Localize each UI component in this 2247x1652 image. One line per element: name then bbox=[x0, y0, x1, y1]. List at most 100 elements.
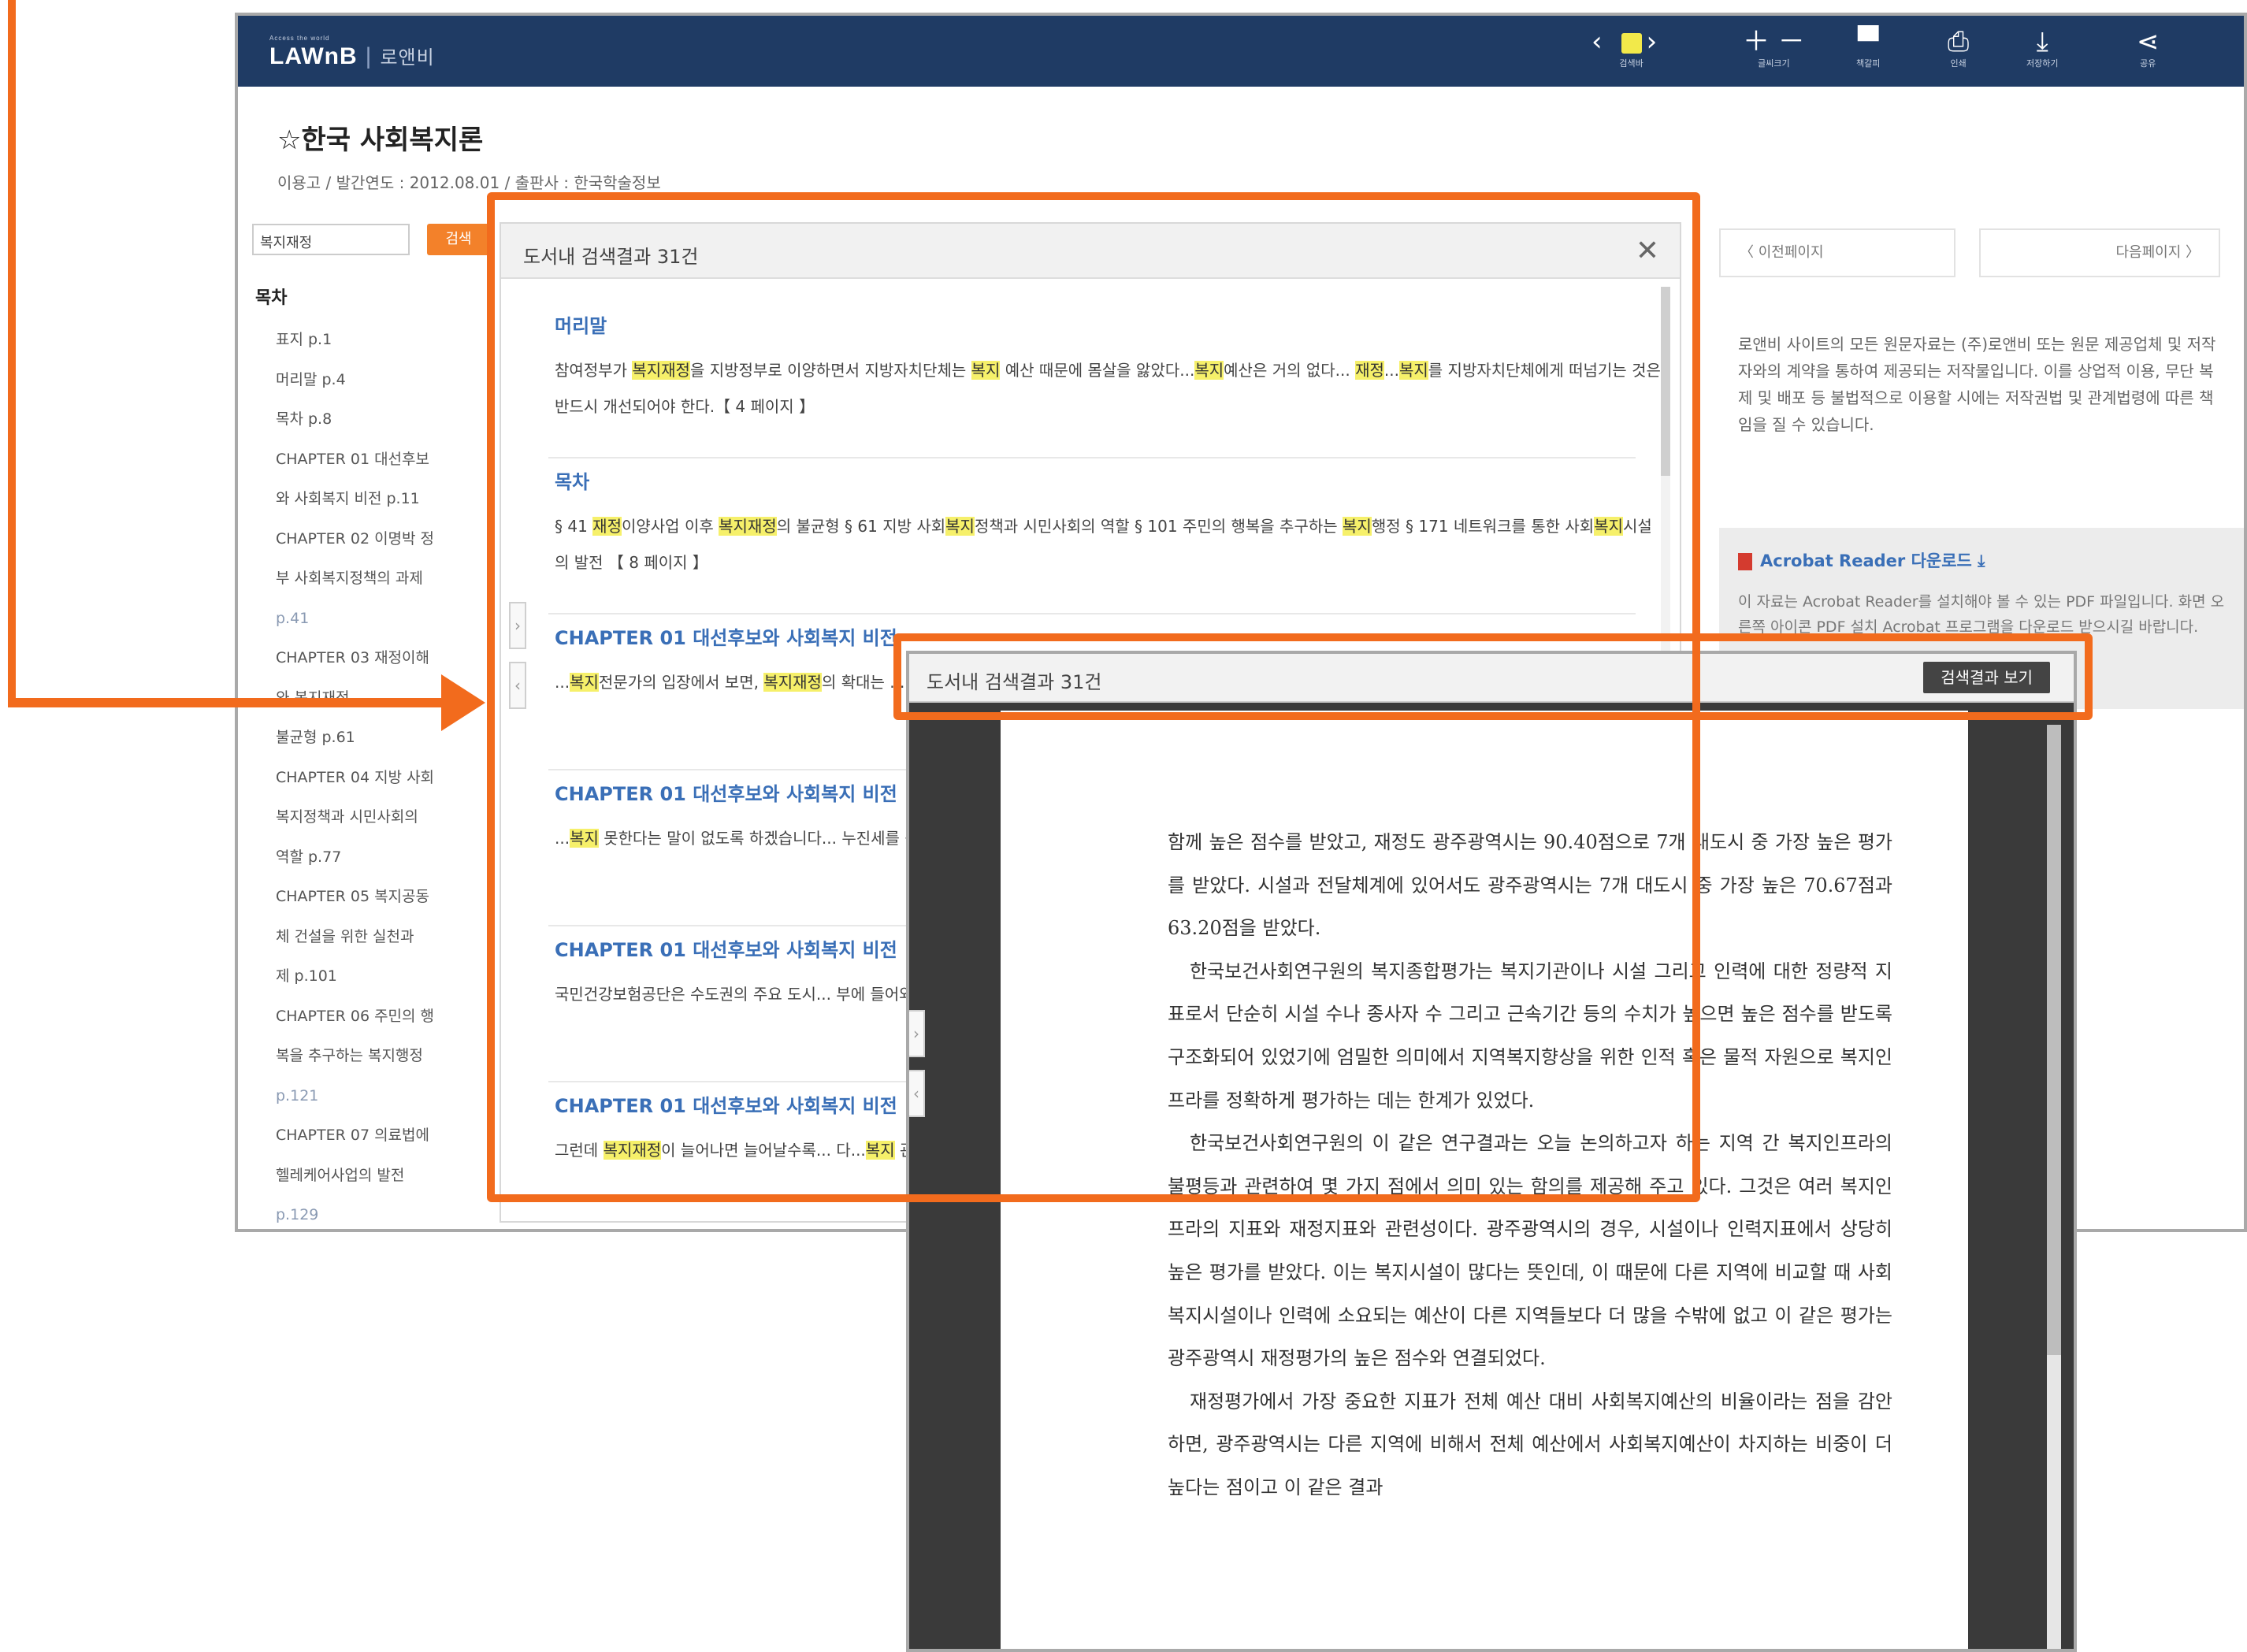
expand-right-icon[interactable]: › bbox=[909, 1010, 925, 1057]
share-button[interactable]: ⋖ 공유 bbox=[2137, 27, 2160, 69]
lawnb-logo[interactable]: Access the world LAWnB | 로앤비 bbox=[269, 35, 435, 70]
toc-item[interactable]: 역할 p.77 bbox=[276, 837, 488, 878]
toc-item[interactable]: 표지 p.1 bbox=[276, 320, 488, 360]
highlighted-keyword: 복지 bbox=[865, 1141, 895, 1160]
toc-item[interactable]: CHAPTER 03 재정이해 bbox=[276, 638, 488, 678]
acrobat-link-label: Acrobat Reader 다운로드 bbox=[1760, 551, 1972, 570]
snippet-text: 정책과 시민사회의 역할 § 101 주민의 행복을 추구하는 bbox=[974, 517, 1343, 536]
pdf-page: 함께 높은 점수를 받았고, 재정도 광주광역시는 90.40점으로 7개 대도… bbox=[1001, 711, 1968, 1649]
collapse-left-icon[interactable]: ‹ bbox=[909, 1070, 925, 1117]
toc-search-input[interactable]: 복지재정 bbox=[252, 224, 410, 255]
snippet-text: 이양사업 이후 bbox=[621, 517, 719, 536]
search-result-item[interactable]: 목차 § 41 재정이양사업 이후 복지재정의 불균형 § 61 지방 사회복지정… bbox=[555, 466, 1666, 581]
toc-item[interactable]: 부 사회복지정책의 과제 bbox=[276, 559, 488, 599]
snippet-text: ... bbox=[555, 829, 570, 848]
toc-heading: 목차 bbox=[255, 288, 288, 308]
viewer-scrollbar[interactable] bbox=[2047, 725, 2061, 1649]
save-label: 저장하기 bbox=[2026, 58, 2059, 69]
zoom-group[interactable]: ＋ － 글씨크기 bbox=[1743, 27, 1805, 69]
highlighted-keyword: 복지 bbox=[971, 361, 1001, 380]
book-meta: 이용고 / 발간연도 : 2012.08.01 / 출판사 : 한국학술정보 bbox=[277, 173, 661, 192]
bookmark-button[interactable]: ▀ 책갈피 bbox=[1856, 27, 1880, 69]
screenshot-stage: Access the world LAWnB | 로앤비 ‹ › 검색바 ＋ － 글씨… bbox=[0, 0, 2247, 1652]
highlighted-keyword: 복지 bbox=[1398, 361, 1428, 380]
printer-icon: ⎙ bbox=[1948, 26, 1970, 58]
highlighted-keyword: 복지재정 bbox=[603, 1141, 662, 1160]
snippet-text: ... bbox=[555, 673, 570, 692]
snippet-text: 전문가의 입장에서 보면, bbox=[598, 673, 764, 692]
viewer-header: 도서내 검색결과 31건 bbox=[909, 654, 2074, 703]
snippet-text: 이 늘어나면 늘어날수록... 다... bbox=[661, 1141, 866, 1160]
download-icon: ⤓ bbox=[2036, 26, 2048, 58]
snippet-text: 을 지방정부로 이양하면서 지방자치단체는 bbox=[689, 361, 971, 380]
pdf-paragraph: 재정평가에서 가장 중요한 지표가 전체 예산 대비 사회복지예산의 비율이라는… bbox=[1168, 1390, 1892, 1498]
result-divider bbox=[548, 613, 1636, 614]
toc-item[interactable]: 제 p.101 bbox=[276, 956, 488, 997]
bookmark-label: 책갈피 bbox=[1856, 58, 1881, 69]
highlighted-keyword: 복지 bbox=[570, 829, 599, 848]
toc-item[interactable]: 머리말 p.4 bbox=[276, 360, 488, 400]
pdf-paragraph: 한국보건사회연구원의 복지종합평가는 복지기관이나 시설 그리고 인력에 대한 … bbox=[1168, 960, 1892, 1112]
highlighted-keyword: 복지 bbox=[570, 673, 599, 692]
share-label: 공유 bbox=[2140, 58, 2156, 69]
pdf-icon bbox=[1738, 553, 1752, 570]
toc-item[interactable]: p.129 bbox=[276, 1195, 488, 1229]
highlighted-keyword: 복지 bbox=[1343, 517, 1372, 536]
zoom-in-out-icon[interactable]: ＋ － bbox=[1743, 27, 1805, 57]
snippet-text: 그런데 bbox=[555, 1141, 604, 1160]
print-label: 인쇄 bbox=[1950, 58, 1967, 69]
toc-item[interactable]: CHAPTER 02 이명박 정 bbox=[276, 519, 488, 559]
toc-search-button[interactable]: 검색 bbox=[427, 224, 490, 255]
save-button[interactable]: ⤓ 저장하기 bbox=[2026, 27, 2058, 69]
snippet-text: ... bbox=[1383, 361, 1399, 380]
toc-item[interactable]: p.121 bbox=[276, 1076, 488, 1116]
result-divider bbox=[548, 457, 1636, 458]
next-page-button[interactable]: 다음페이지 〉 bbox=[1979, 228, 2220, 277]
highlighted-keyword: 재정 bbox=[1355, 361, 1384, 380]
pdf-viewer-window: 도서내 검색결과 31건 검색결과 보기 함께 높은 점수를 받았고, 재정도 … bbox=[906, 651, 2077, 1652]
search-nav-arrows-icon[interactable]: ‹ › bbox=[1591, 27, 1671, 57]
download-icon: ⤓ bbox=[1978, 551, 1985, 570]
toc-item[interactable]: CHAPTER 07 의료법에 bbox=[276, 1116, 488, 1156]
expand-right-icon[interactable]: › bbox=[509, 602, 526, 649]
toc-item[interactable]: 복지정책과 시민사회의 bbox=[276, 797, 488, 837]
search-nav-group[interactable]: ‹ › 검색바 bbox=[1591, 27, 1671, 69]
service-name: 로앤비 bbox=[380, 47, 435, 69]
snippet-text: 행정 § 171 네트워크를 통한 사회 bbox=[1371, 517, 1595, 536]
acrobat-download-link[interactable]: Acrobat Reader 다운로드 ⤓ bbox=[1738, 548, 2236, 572]
close-icon[interactable]: ✕ bbox=[1636, 235, 1659, 267]
toc-item[interactable]: CHAPTER 06 주민의 행 bbox=[276, 997, 488, 1037]
highlighted-keyword: 복지재정 bbox=[763, 673, 822, 692]
book-title: ☆한국 사회복지론 bbox=[277, 124, 484, 156]
results-header: 도서내 검색결과 31건 bbox=[501, 224, 1680, 279]
collapse-left-icon[interactable]: ‹ bbox=[509, 662, 526, 709]
toc-item[interactable]: 복을 추구하는 복지행정 bbox=[276, 1036, 488, 1076]
annotation-arrow-icon bbox=[441, 674, 485, 731]
search-result-item[interactable]: 머리말 참여정부가 복지재정을 지방정부로 이양하면서 지방자치단체는 복지 예산… bbox=[555, 310, 1666, 425]
toc-item[interactable]: CHAPTER 05 복지공동 bbox=[276, 877, 488, 917]
highlighted-keyword: 복지 bbox=[1594, 517, 1624, 536]
toc-item[interactable]: 목차 p.8 bbox=[276, 399, 488, 440]
prev-page-button[interactable]: 〈 이전페이지 bbox=[1719, 228, 1955, 277]
print-button[interactable]: ⎙ 인쇄 bbox=[1948, 27, 1969, 69]
snippet-text: 예산 때문에 몸살을 앓았다... bbox=[1000, 361, 1195, 380]
toc-item[interactable]: CHAPTER 01 대선후보 bbox=[276, 440, 488, 480]
highlighted-keyword: 복지재정 bbox=[719, 517, 777, 536]
result-title[interactable]: 목차 bbox=[555, 466, 1666, 494]
toc-item[interactable]: 헬레케어사업의 발전 bbox=[276, 1156, 488, 1196]
folder-icon: ▀ bbox=[1858, 26, 1879, 58]
share-icon: ⋖ bbox=[2137, 26, 2160, 58]
snippet-text: 참여정부가 bbox=[555, 361, 633, 380]
pdf-paragraph: 함께 높은 점수를 받았고, 재정도 광주광역시는 90.40점으로 7개 대도… bbox=[1168, 831, 1892, 940]
top-toolbar: Access the world LAWnB | 로앤비 ‹ › 검색바 ＋ － 글씨… bbox=[238, 16, 2244, 87]
toc-item[interactable]: p.41 bbox=[276, 599, 488, 639]
view-search-results-button[interactable]: 검색결과 보기 bbox=[1923, 662, 2050, 693]
toc-item[interactable]: 와 사회복지 비전 p.11 bbox=[276, 479, 488, 519]
result-title[interactable]: 머리말 bbox=[555, 310, 1666, 338]
result-title[interactable]: CHAPTER 01 대선후보와 사회복지 비전 bbox=[555, 622, 1666, 650]
highlighted-keyword: 복지재정 bbox=[632, 361, 690, 380]
toc-item[interactable]: 체 건설을 위한 실천과 bbox=[276, 917, 488, 957]
toc-item[interactable]: CHAPTER 04 지방 사회 bbox=[276, 758, 488, 798]
annotation-vertical-line bbox=[8, 0, 16, 706]
search-box-icon[interactable] bbox=[1621, 32, 1642, 54]
